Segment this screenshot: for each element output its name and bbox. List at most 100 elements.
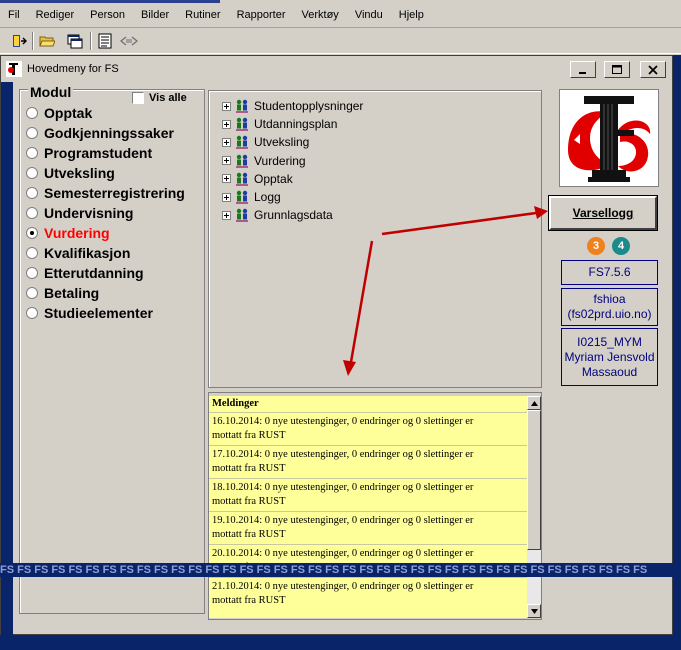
window-titlebar[interactable]: Hovedmeny for FS xyxy=(1,56,672,82)
scroll-up-button[interactable] xyxy=(527,396,541,410)
db-user-label: fshioa xyxy=(593,292,626,306)
exit-icon xyxy=(13,35,27,47)
close-button[interactable] xyxy=(640,61,666,78)
radio-button[interactable] xyxy=(26,267,38,279)
fs-app-icon xyxy=(6,61,22,77)
close-icon xyxy=(648,64,658,75)
list-button[interactable] xyxy=(94,31,116,51)
radio-undervisning[interactable]: Undervisning xyxy=(26,203,185,223)
radio-button[interactable] xyxy=(26,107,38,119)
radio-label-selected: Vurdering xyxy=(44,225,110,241)
radio-button[interactable] xyxy=(26,307,38,319)
radio-utveksling[interactable]: Utveksling xyxy=(26,163,185,183)
menu-verktoy[interactable]: Verktøy xyxy=(294,8,347,22)
tree-item[interactable]: Logg xyxy=(222,188,281,206)
expand-icon[interactable] xyxy=(222,192,231,202)
message-line: mottatt fra RUST xyxy=(212,430,286,441)
window-button[interactable] xyxy=(64,31,86,51)
tree-item[interactable]: Utveksling xyxy=(222,133,309,151)
messages-list[interactable]: Meldinger 16.10.2014: 0 nye utestenginge… xyxy=(209,396,527,618)
radio-opptak[interactable]: Opptak xyxy=(26,103,185,123)
radio-button-selected[interactable] xyxy=(26,227,38,239)
modul-legend: Modul xyxy=(28,84,74,100)
login-label: I0215_MYM xyxy=(577,334,642,349)
open-button[interactable] xyxy=(36,31,58,51)
radio-studieelementer[interactable]: Studieelementer xyxy=(26,303,185,323)
radio-label: Kvalifikasjon xyxy=(44,245,131,261)
people-group-icon xyxy=(236,154,248,168)
people-group-icon xyxy=(236,208,248,222)
fs-logo-icon xyxy=(560,90,658,186)
toolbar xyxy=(0,28,681,54)
tree-item[interactable]: Vurdering xyxy=(222,152,306,170)
menu-bar: Fil Rediger Person Bilder Rutiner Rappor… xyxy=(0,0,681,28)
message-item[interactable]: 21.10.2014: 0 nye utestenginger, 0 endri… xyxy=(209,577,527,610)
radio-button[interactable] xyxy=(26,187,38,199)
message-item[interactable]: 17.10.2014: 0 nye utestenginger, 0 endri… xyxy=(209,445,527,478)
link-button[interactable] xyxy=(118,31,140,51)
people-group-icon xyxy=(236,136,248,150)
tree-item-label: Logg xyxy=(254,190,281,204)
menu-hjelp[interactable]: Hjelp xyxy=(391,8,432,22)
user-name-label: Myriam Jensvold xyxy=(564,349,655,364)
radio-etterutdanning[interactable]: Etterutdanning xyxy=(26,263,185,283)
radio-label: Semesterregistrering xyxy=(44,185,185,201)
fs-footer-strip: FS FS FS FS FS FS FS FS FS FS FS FS FS F… xyxy=(0,563,681,577)
minimize-icon xyxy=(579,71,586,74)
minimize-button[interactable] xyxy=(570,61,596,78)
menu-bilder[interactable]: Bilder xyxy=(133,8,177,22)
message-line: mottatt fra RUST xyxy=(212,496,286,507)
notification-badge[interactable]: 4 xyxy=(612,237,630,255)
user-box: I0215_MYM Myriam Jensvold Massaoud xyxy=(561,328,658,386)
radio-button[interactable] xyxy=(26,127,38,139)
user-surname-label: Massaoud xyxy=(581,364,638,379)
menu-rediger[interactable]: Rediger xyxy=(28,8,83,22)
menu-rutiner[interactable]: Rutiner xyxy=(177,8,228,22)
menu-rapporter[interactable]: Rapporter xyxy=(229,8,294,22)
toolbar-separator xyxy=(32,32,34,50)
radio-label: Studieelementer xyxy=(44,305,153,321)
radio-betaling[interactable]: Betaling xyxy=(26,283,185,303)
tree-item[interactable]: Opptak xyxy=(222,170,293,188)
expand-icon[interactable] xyxy=(222,174,231,184)
message-line: mottatt fra RUST xyxy=(212,529,286,540)
exit-button[interactable] xyxy=(8,31,30,51)
database-box: fshioa (fs02prd.uio.no) xyxy=(561,288,658,326)
expand-icon[interactable] xyxy=(222,119,231,129)
message-item[interactable]: 19.10.2014: 0 nye utestenginger, 0 endri… xyxy=(209,511,527,544)
radio-godkjenningssaker[interactable]: Godkjenningssaker xyxy=(26,123,185,143)
expand-icon[interactable] xyxy=(222,156,231,166)
scroll-thumb[interactable] xyxy=(527,410,541,550)
fs-logo xyxy=(559,89,659,187)
message-item[interactable]: 18.10.2014: 0 nye utestenginger, 0 endri… xyxy=(209,478,527,511)
tree-item[interactable]: Utdanningsplan xyxy=(222,115,337,133)
tree-item[interactable]: Studentopplysninger xyxy=(222,97,363,115)
messages-scrollbar[interactable] xyxy=(527,396,541,618)
radio-button[interactable] xyxy=(26,247,38,259)
radio-button[interactable] xyxy=(26,207,38,219)
scroll-down-button[interactable] xyxy=(527,604,541,618)
menu-person[interactable]: Person xyxy=(82,8,133,22)
message-line: mottatt fra RUST xyxy=(212,463,286,474)
expand-icon[interactable] xyxy=(222,210,231,220)
radio-button[interactable] xyxy=(26,167,38,179)
expand-icon[interactable] xyxy=(222,137,231,147)
varsellogg-button[interactable]: Varsellogg xyxy=(548,195,658,231)
radio-button[interactable] xyxy=(26,147,38,159)
messages-panel: Meldinger 16.10.2014: 0 nye utestenginge… xyxy=(208,392,542,620)
radio-vurdering[interactable]: Vurdering xyxy=(26,223,185,243)
tree-item[interactable]: Grunnlagsdata xyxy=(222,206,333,224)
radio-programstudent[interactable]: Programstudent xyxy=(26,143,185,163)
expand-icon[interactable] xyxy=(222,101,231,111)
menu-fil[interactable]: Fil xyxy=(0,8,28,22)
menu-vindu[interactable]: Vindu xyxy=(347,8,391,22)
message-item[interactable]: 16.10.2014: 0 nye utestenginger, 0 endri… xyxy=(209,412,527,445)
people-group-icon xyxy=(236,172,248,186)
radio-label: Programstudent xyxy=(44,145,153,161)
radio-kvalifikasjon[interactable]: Kvalifikasjon xyxy=(26,243,185,263)
radio-label: Opptak xyxy=(44,105,93,121)
maximize-button[interactable] xyxy=(604,61,630,78)
notification-badge[interactable]: 3 xyxy=(587,237,605,255)
radio-button[interactable] xyxy=(26,287,38,299)
radio-semesterregistrering[interactable]: Semesterregistrering xyxy=(26,183,185,203)
